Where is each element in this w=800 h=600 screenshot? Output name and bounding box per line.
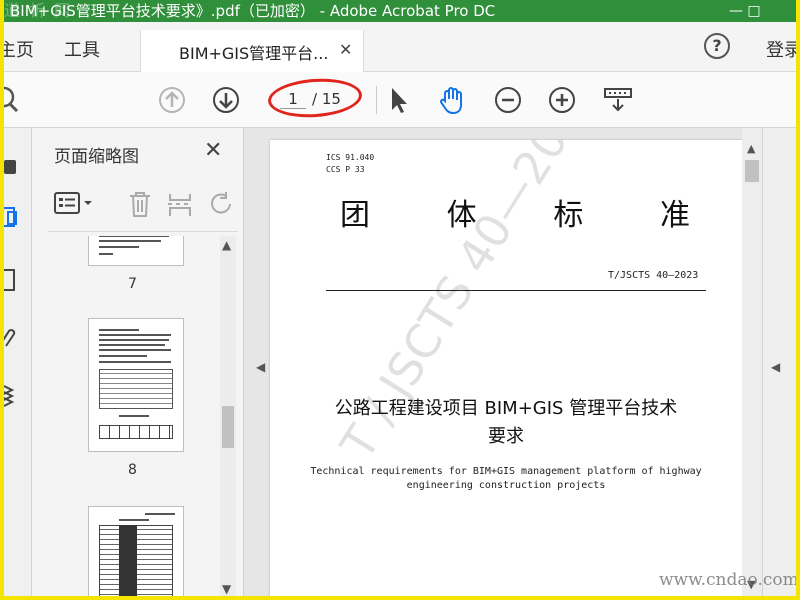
thumbnail-page-number: 7	[128, 276, 137, 292]
zoom-in-icon[interactable]	[546, 84, 578, 116]
english-title-line-2: engineering construction projects	[406, 480, 606, 491]
hand-tool-icon[interactable]	[436, 84, 468, 116]
thumbnails-panel: 页面缩略图 ✕ 7 8 ▲ ▼	[32, 128, 244, 596]
thumbnail-page-7[interactable]	[88, 236, 184, 266]
layers-icon[interactable]	[4, 380, 26, 408]
document-scrollbar[interactable]: ▲ ▼	[742, 128, 762, 596]
panel-title: 页面缩略图	[54, 147, 139, 167]
toolbar-divider	[376, 86, 377, 114]
left-navigation-rail	[4, 128, 32, 596]
standard-char: 团	[340, 198, 370, 233]
extract-page-icon[interactable]	[166, 190, 194, 222]
options-menu-icon[interactable]	[54, 190, 100, 222]
help-icon[interactable]: ?	[704, 33, 730, 59]
zoom-out-icon[interactable]	[492, 84, 524, 116]
scroll-up-arrow[interactable]: ▲	[222, 238, 231, 252]
thumbnail-page-9[interactable]	[88, 506, 184, 596]
tab-tools[interactable]: 工具	[64, 36, 100, 62]
app-window: BIM+GIS管理平台技术要求》.pdf（已加密） - Adobe Acroba…	[4, 0, 796, 596]
maximize-button[interactable]: □	[742, 0, 766, 22]
standard-number: T/JSCTS 40—2023	[608, 270, 699, 281]
next-page-icon[interactable]	[210, 84, 242, 116]
close-tab-button[interactable]: ✕	[339, 40, 352, 59]
collapse-left-panel-arrow[interactable]: ◀	[256, 360, 265, 374]
expand-right-panel-arrow[interactable]: ◀	[771, 360, 780, 374]
toolbar: 1 / 15	[4, 72, 796, 128]
scroll-down-arrow[interactable]: ▼	[222, 582, 231, 596]
thumbnail-page-number: 8	[128, 462, 137, 478]
scrollbar-thumb[interactable]	[222, 406, 234, 448]
chinese-title-line-2: 要求	[488, 426, 524, 447]
login-button[interactable]: 登录	[766, 36, 796, 62]
ccs-code: CCS P 33	[326, 165, 365, 174]
thumbnail-list: 7 8	[32, 236, 232, 596]
bookmark-icon[interactable]	[4, 266, 26, 294]
classification-codes: ICS 91.040 CCS P 33	[326, 152, 374, 176]
standard-char: 标	[553, 198, 584, 233]
site-url-watermark: www.cndao.com	[659, 570, 796, 590]
tab-document[interactable]: BIM+GIS管理平台... ✕	[140, 30, 364, 72]
right-pane: ◀	[762, 128, 796, 596]
close-panel-button[interactable]: ✕	[204, 138, 222, 163]
tab-bar: 主页 工具 BIM+GIS管理平台... ✕ ? 登录	[4, 22, 796, 72]
standard-char: 准	[659, 198, 690, 233]
english-title-line-1: Technical requirements for BIM+GIS manag…	[310, 466, 702, 477]
page-display-icon[interactable]	[602, 84, 634, 116]
annotation-circle	[266, 75, 364, 121]
scroll-up-arrow[interactable]: ▲	[747, 142, 755, 155]
rotate-page-icon[interactable]	[208, 190, 236, 222]
title-bar: BIM+GIS管理平台技术要求》.pdf（已加密） - Adobe Acroba…	[4, 0, 796, 22]
thumbnail-scrollbar[interactable]: ▲ ▼	[220, 236, 236, 596]
page-thumbnails-icon[interactable]	[4, 204, 26, 232]
ics-code: ICS 91.040	[326, 153, 375, 162]
attachment-icon[interactable]	[4, 324, 26, 352]
thumbnail-toolbar	[48, 180, 238, 232]
chinese-title-line-1: 公路工程建设项目 BIM+GIS 管理平台技术	[334, 398, 678, 419]
previous-page-icon[interactable]	[156, 84, 188, 116]
window-title: BIM+GIS管理平台技术要求》.pdf（已加密） - Adobe Acroba…	[10, 2, 496, 20]
search-icon[interactable]	[4, 84, 26, 116]
thumbnail-page-8[interactable]	[88, 318, 184, 452]
lock-icon[interactable]	[4, 150, 26, 178]
delete-page-icon[interactable]	[126, 190, 154, 222]
scrollbar-thumb[interactable]	[745, 160, 759, 182]
site-logo-watermark: 道 析 网	[4, 1, 73, 20]
select-cursor-icon[interactable]	[384, 84, 416, 116]
document-view: ◀ ICS 91.040 CCS P 33 团 体 标 准 T/JSCTS 40…	[244, 128, 796, 596]
tab-document-label: BIM+GIS管理平台...	[179, 44, 329, 63]
pdf-page: ICS 91.040 CCS P 33 团 体 标 准 T/JSCTS 40—2…	[270, 140, 742, 596]
tab-home[interactable]: 主页	[4, 36, 34, 62]
header-rule	[326, 290, 706, 291]
